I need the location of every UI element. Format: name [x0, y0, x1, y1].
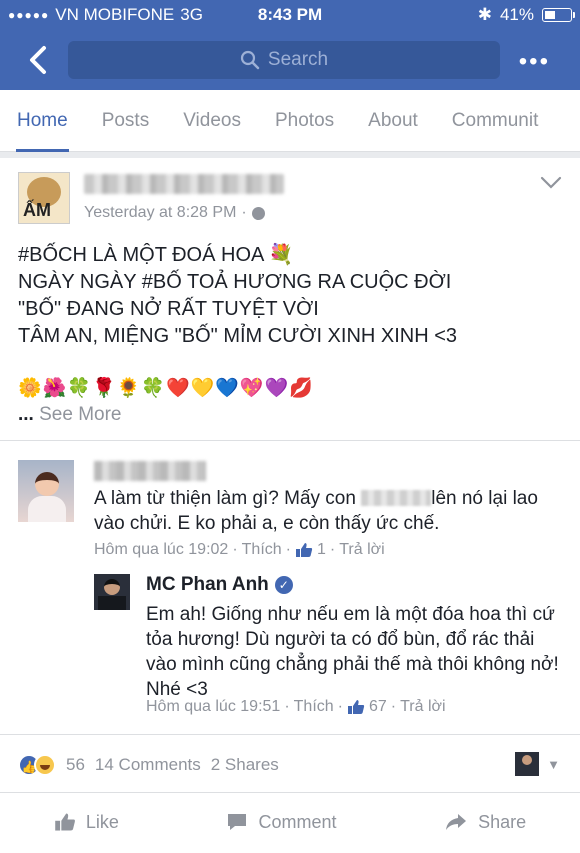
post-timestamp[interactable]: Yesterday at 8:28 PM ·: [84, 204, 265, 222]
page-tabs: Home Posts Videos Photos About Communit: [0, 90, 580, 152]
reply-author[interactable]: MC Phan Anh ✓: [146, 574, 293, 596]
post-line: #BỐCH LÀ MỘT ĐOÁ HOA 💐: [18, 244, 294, 266]
see-more-link[interactable]: ... See More: [18, 404, 122, 426]
divider: [0, 440, 580, 441]
status-bar: ●●●●● VN MOBIFONE 3G 8:43 PM ✱ 41%: [0, 0, 580, 30]
thumbs-up-icon: [55, 813, 75, 831]
haha-reaction-icon: [34, 754, 56, 776]
chevron-down-icon[interactable]: [540, 176, 562, 195]
comment-like-count: 1: [316, 541, 326, 558]
like-reply-button[interactable]: Thích: [294, 698, 334, 716]
top-nav-bar: Search •••: [0, 30, 580, 90]
comment-meta: Hôm qua lúc 19:02 · Thích · 1 · Trả lời: [94, 541, 385, 559]
reply-text: Em ah! Giống như nếu em là một đóa hoa t…: [146, 604, 559, 700]
share-count[interactable]: 2 Shares: [211, 755, 279, 775]
thumbs-up-icon: [347, 699, 365, 715]
back-icon[interactable]: [24, 44, 54, 76]
thumbs-up-icon: [295, 542, 313, 558]
comment-text: A làm từ thiện làm gì? Mấy con lên nó lạ…: [94, 486, 564, 536]
ellipsis: ...: [18, 404, 34, 425]
post-author-avatar[interactable]: ẤM: [18, 172, 70, 224]
reply-author-name: MC Phan Anh: [146, 574, 269, 595]
post-line: TÂM AN, MIỆNG "BỐ" MỈM CƯỜI XINH XINH <3: [18, 325, 458, 347]
post-line: NGÀY NGÀY #BỐ TOẢ HƯƠNG RA CUỘC ĐỜI: [18, 271, 452, 293]
reply-meta: Hôm qua lúc 19:51 · Thích · 67 · Trả lời: [146, 698, 446, 716]
bluetooth-icon: ✱: [477, 5, 492, 24]
more-options-icon[interactable]: •••: [519, 48, 550, 76]
tab-posts[interactable]: Posts: [85, 90, 167, 152]
verified-badge-icon: ✓: [274, 576, 293, 594]
like-comment-button[interactable]: Thích: [242, 541, 282, 559]
share-icon: [446, 814, 467, 830]
caret-down-icon: ▼: [547, 756, 560, 772]
share-button[interactable]: Share: [444, 812, 526, 833]
reply-like-count: 67: [368, 698, 387, 715]
divider: [0, 734, 580, 735]
like-button[interactable]: Like: [54, 812, 119, 833]
post-time-separator: ·: [241, 204, 247, 221]
commenter-name-blurred[interactable]: [94, 461, 206, 481]
share-label: Share: [478, 811, 527, 832]
like-label: Like: [85, 811, 119, 832]
tab-photos[interactable]: Photos: [258, 90, 351, 152]
comment-time: Hôm qua lúc 19:02: [94, 541, 229, 558]
search-icon: [240, 50, 260, 70]
post-actions: Like Comment Share: [0, 798, 580, 846]
battery-icon: [542, 8, 575, 22]
redacted-text: [361, 490, 432, 506]
battery-percent: 41%: [499, 5, 534, 24]
post-author-name-blurred[interactable]: [84, 174, 284, 194]
post-line: "BỐ" ĐANG NỞ RẤT TUYỆT VỜI: [18, 298, 319, 320]
reply-to-reply-button[interactable]: Trả lời: [400, 698, 445, 716]
emoji-row: 🌼🌺🍀🌹🌻🍀❤️💛💙💖💜💋: [18, 377, 314, 399]
tab-about[interactable]: About: [351, 90, 435, 152]
tab-community[interactable]: Communit: [435, 90, 556, 152]
reply-button[interactable]: Trả lời: [339, 541, 384, 559]
comment-label: Comment: [258, 811, 337, 832]
see-more-label: See More: [39, 404, 122, 425]
reply-time: Hôm qua lúc 19:51: [146, 698, 281, 715]
commenter-avatar[interactable]: [18, 460, 74, 522]
tab-home[interactable]: Home: [0, 90, 85, 152]
divider: [0, 792, 580, 793]
comment-icon: [228, 814, 247, 830]
post-time-text: Yesterday at 8:28 PM: [84, 204, 237, 221]
avatar-label: ẤM: [23, 200, 51, 220]
reaction-summary[interactable]: 👍 56 14 Comments 2 Shares: [18, 754, 279, 776]
post-body: #BỐCH LÀ MỘT ĐOÁ HOA 💐 NGÀY NGÀY #BỐ TOẢ…: [18, 242, 563, 350]
search-bar[interactable]: Search: [68, 41, 500, 79]
tab-videos[interactable]: Videos: [166, 90, 258, 152]
comment-text-part: A làm từ thiện làm gì? Mấy con: [94, 488, 356, 509]
reply-avatar[interactable]: [94, 574, 130, 610]
post-card: ẤM Yesterday at 8:28 PM · #BỐCH LÀ MỘT Đ…: [0, 158, 580, 853]
comment-count[interactable]: 14 Comments: [95, 755, 201, 775]
globe-icon: [251, 206, 265, 220]
reaction-count: 56: [66, 755, 85, 774]
viewer-avatar: [515, 752, 540, 776]
search-placeholder: Search: [267, 49, 329, 70]
post-as-selector[interactable]: ▼: [515, 752, 560, 776]
comment-button[interactable]: Comment: [226, 811, 337, 833]
